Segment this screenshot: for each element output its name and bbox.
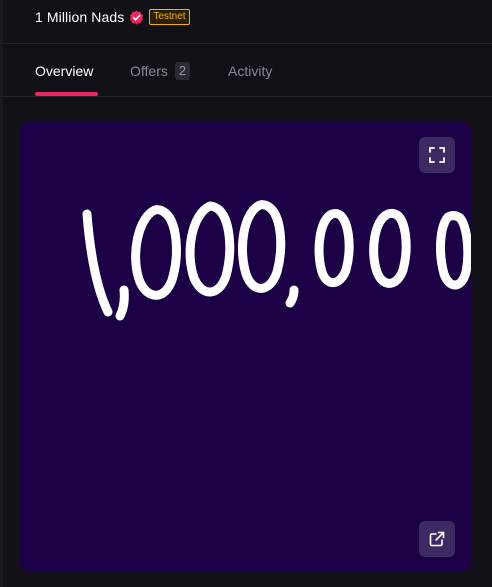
tab-activity[interactable]: Activity (228, 63, 272, 79)
expand-icon (429, 147, 445, 163)
left-edge-strip (0, 0, 3, 587)
header-divider (0, 43, 492, 44)
tab-overview[interactable]: Overview (35, 63, 130, 79)
open-external-button[interactable] (419, 521, 455, 557)
tab-offers-label: Offers (130, 63, 168, 79)
offers-count-badge: 2 (174, 62, 191, 80)
external-link-icon (429, 531, 445, 547)
verified-check-icon (129, 10, 144, 25)
handwritten-number-drawing (82, 200, 471, 321)
collection-name[interactable]: 1 Million Nads (35, 9, 124, 25)
nft-artwork[interactable]: 1,000,000 (20, 122, 471, 571)
tab-offers[interactable]: Offers 2 (130, 62, 228, 80)
collection-header: 1 Million Nads Testnet (35, 7, 190, 27)
nft-detail-panel: 1 Million Nads Testnet Overview Offers 2… (0, 0, 492, 587)
tab-bar: Overview Offers 2 Activity (35, 61, 272, 81)
testnet-badge: Testnet (149, 9, 190, 25)
tabs-divider (0, 96, 492, 97)
expand-button[interactable] (419, 137, 455, 173)
tab-activity-label: Activity (228, 63, 273, 79)
tab-overview-label: Overview (35, 63, 94, 79)
